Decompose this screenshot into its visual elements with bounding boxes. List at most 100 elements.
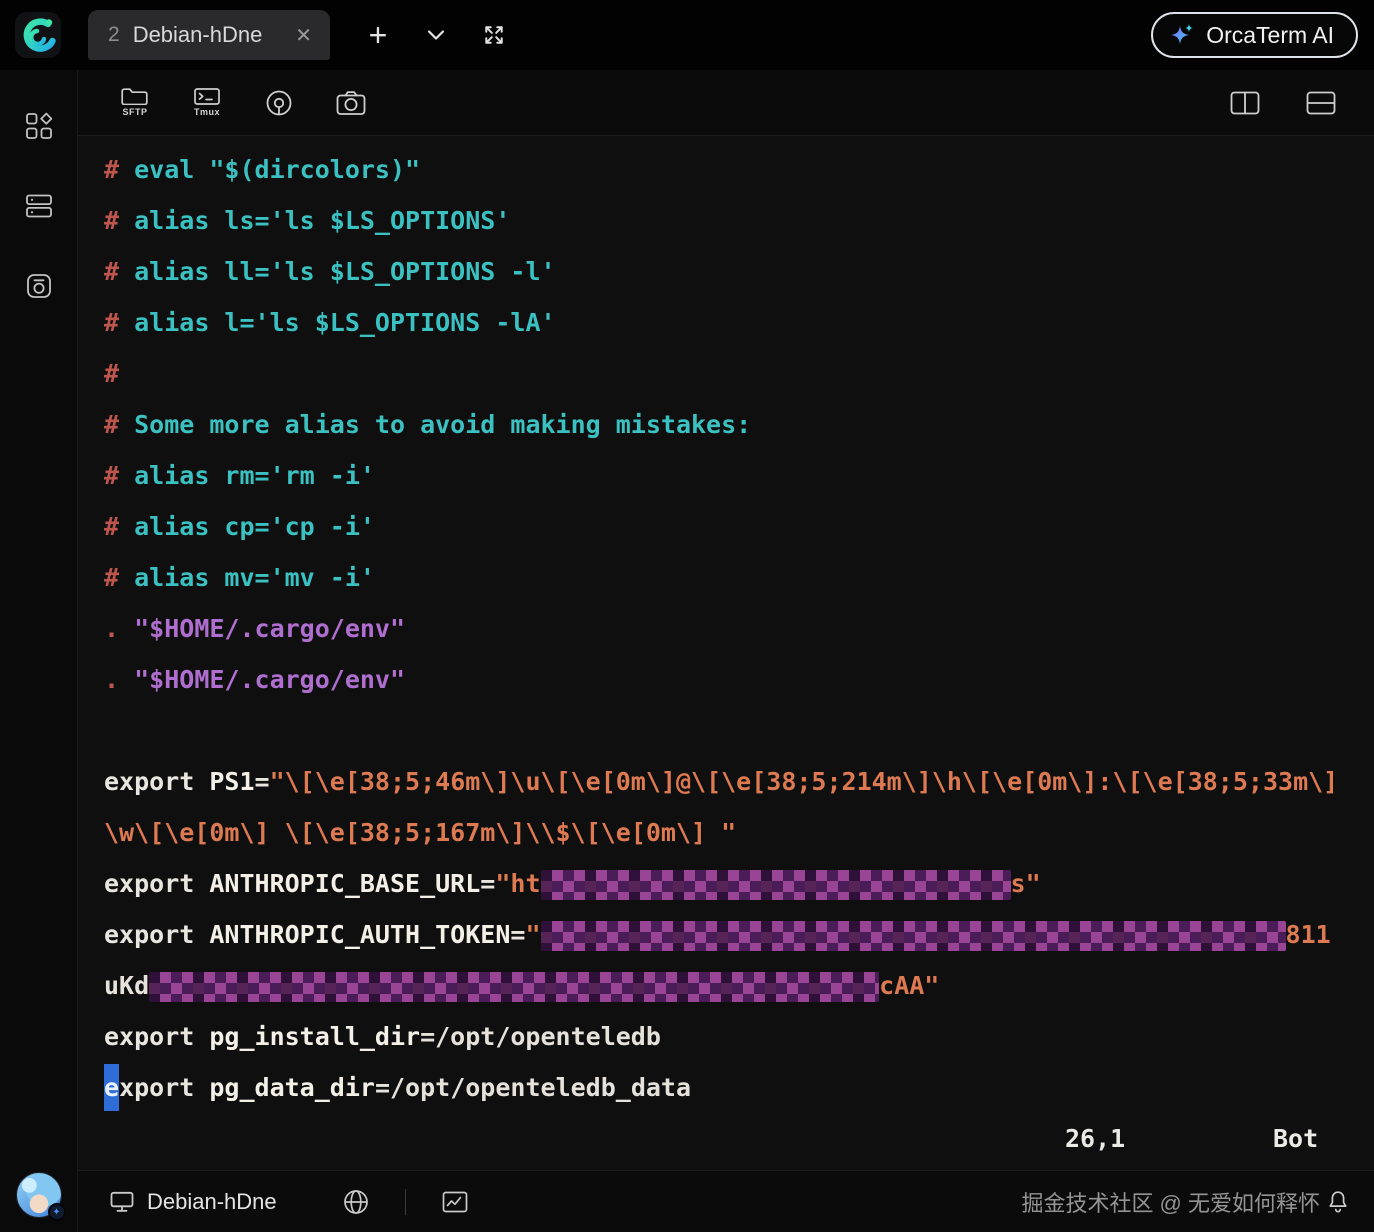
terminal-line: # alias cp='cp -i' [104, 501, 1374, 552]
terminal-text: = [510, 920, 525, 949]
sftp-label: SFTP [122, 107, 147, 117]
terminal-text: alias ll='ls $LS_OPTIONS -l' [134, 257, 555, 286]
tab-index: 2 [108, 23, 120, 47]
terminal-text: # [104, 461, 134, 490]
stats-icon [442, 1191, 468, 1213]
terminal-text: # [104, 308, 134, 337]
globe-icon [343, 1189, 369, 1215]
terminal-text: PS1 [209, 767, 254, 796]
terminal-window-icon [194, 88, 220, 105]
app-logo-icon [14, 11, 62, 59]
ai-button-label: OrcaTerm AI [1206, 22, 1334, 49]
terminal-line: # Some more alias to avoid making mistak… [104, 399, 1374, 450]
vim-ruler-scroll: Bot [1273, 1113, 1318, 1164]
terminal-text: ANTHROPIC_AUTH_TOKEN [209, 920, 510, 949]
terminal-text: # [104, 359, 119, 388]
user-avatar[interactable]: ✦ [16, 1172, 62, 1218]
tmux-button[interactable]: Tmux [184, 88, 230, 117]
chevron-down-icon[interactable] [418, 17, 454, 53]
terminal-text: # [104, 512, 134, 541]
terminal-line: export pg_install_dir=/opt/openteledb [104, 1011, 1374, 1062]
terminal-line: uKdcAA" [104, 960, 1374, 1011]
terminal-line: export pg_data_dir=/opt/openteledb_data [104, 1062, 1374, 1113]
folder-icon [121, 88, 149, 105]
server-icon [24, 191, 54, 221]
session-indicator[interactable]: Debian-hDne [110, 1189, 277, 1215]
new-tab-button[interactable]: + [360, 17, 396, 53]
statusbar-divider [405, 1189, 406, 1215]
terminal-text: export [104, 869, 209, 898]
terminal-text: " [525, 920, 540, 949]
redacted-secret [541, 870, 1011, 900]
sessions-icon [24, 271, 54, 301]
terminal-cursor: e [104, 1064, 119, 1111]
terminal-line: # alias l='ls $LS_OPTIONS -lA' [104, 297, 1374, 348]
terminal-text: # [104, 257, 134, 286]
terminal-line: . "$HOME/.cargo/env" [104, 603, 1374, 654]
split-horizontal-icon [1306, 91, 1336, 115]
app-logo[interactable] [14, 11, 62, 59]
terminal-text: # [104, 563, 134, 592]
terminal-text: "\[\e[38;5;46m\]\u\[\e[0m\]@\[\e[38;5;21… [270, 767, 1339, 796]
plugin-icon [264, 88, 294, 118]
terminal-text: xport [119, 1073, 209, 1102]
stats-button[interactable] [442, 1191, 468, 1213]
terminal-text: =/opt/openteledb_data [375, 1073, 691, 1102]
tab-title: Debian-hDne [133, 22, 263, 48]
terminal-line [104, 705, 1374, 756]
plugin-button[interactable] [256, 88, 302, 118]
split-horizontal-button[interactable] [1298, 91, 1344, 115]
terminal-text: \w\[\e[0m\] \[\e[38;5;167m\]\\$\[\e[0m\]… [104, 818, 736, 847]
split-vertical-icon [1230, 91, 1260, 115]
terminal-text: ANTHROPIC_BASE_URL [209, 869, 480, 898]
avatar-badge-icon: ✦ [48, 1203, 66, 1221]
terminal-line: . "$HOME/.cargo/env" [104, 654, 1374, 705]
sidebar-item-sessions[interactable] [17, 264, 61, 308]
terminal-line: # alias rm='rm -i' [104, 450, 1374, 501]
terminal-text: . [104, 665, 134, 694]
terminal-text: = [480, 869, 495, 898]
terminal-output[interactable]: # eval "$(dircolors)" # alias ls='ls $LS_… [78, 136, 1374, 1170]
terminal-text: cAA" [879, 971, 939, 1000]
bell-icon[interactable] [1326, 1189, 1350, 1215]
screenshot-button[interactable] [328, 89, 374, 116]
terminal-text: "$HOME/.cargo/env" [134, 614, 405, 643]
terminal-text: export [104, 1022, 209, 1051]
terminal-text: "ht [495, 869, 540, 898]
terminal-text: alias cp='cp -i' [134, 512, 375, 541]
split-vertical-button[interactable] [1222, 91, 1268, 115]
terminal-line: # alias mv='mv -i' [104, 552, 1374, 603]
sftp-button[interactable]: SFTP [112, 88, 158, 117]
apps-grid-icon [24, 111, 54, 141]
expand-icon[interactable] [476, 17, 512, 53]
main-panel: SFTP Tmux [78, 70, 1374, 1232]
terminal-text: pg_install_dir [209, 1022, 420, 1051]
terminal-text: . [104, 614, 134, 643]
sparkle-icon [1168, 21, 1196, 49]
terminal-text: alias rm='rm -i' [134, 461, 375, 490]
terminal-text: s" [1011, 869, 1041, 898]
tab-debian-hdne[interactable]: 2 Debian-hDne ✕ [88, 10, 330, 60]
sidebar-item-apps[interactable] [17, 104, 61, 148]
close-icon[interactable]: ✕ [277, 23, 312, 48]
terminal-text: "$HOME/.cargo/env" [134, 665, 405, 694]
terminal-text: export [104, 767, 209, 796]
session-icon [110, 1191, 134, 1213]
terminal-text: =/opt/openteledb [420, 1022, 661, 1051]
redacted-secret [149, 972, 879, 1002]
terminal-line: # alias ll='ls $LS_OPTIONS -l' [104, 246, 1374, 297]
terminal-text: pg_data_dir [209, 1073, 375, 1102]
sidebar: ✦ [0, 70, 78, 1232]
terminal-text: alias l='ls $LS_OPTIONS -lA' [134, 308, 555, 337]
terminal-line: export PS1="\[\e[38;5;46m\]\u\[\e[0m\]@\… [104, 756, 1374, 807]
terminal-text: eval "$(dircolors)" [134, 155, 420, 184]
terminal-line: export ANTHROPIC_BASE_URL="ht s" [104, 858, 1374, 909]
sidebar-item-hosts[interactable] [17, 184, 61, 228]
status-bar: Debian-hDne 掘金 [78, 1170, 1374, 1232]
terminal-line: export ANTHROPIC_AUTH_TOKEN="811 [104, 909, 1374, 960]
terminal-line: # alias ls='ls $LS_OPTIONS' [104, 195, 1374, 246]
orcaterm-ai-button[interactable]: OrcaTerm AI [1151, 12, 1358, 58]
terminal-lines: # eval "$(dircolors)" # alias ls='ls $LS_… [104, 144, 1374, 1113]
network-button[interactable] [343, 1189, 369, 1215]
redacted-secret [541, 921, 1286, 951]
